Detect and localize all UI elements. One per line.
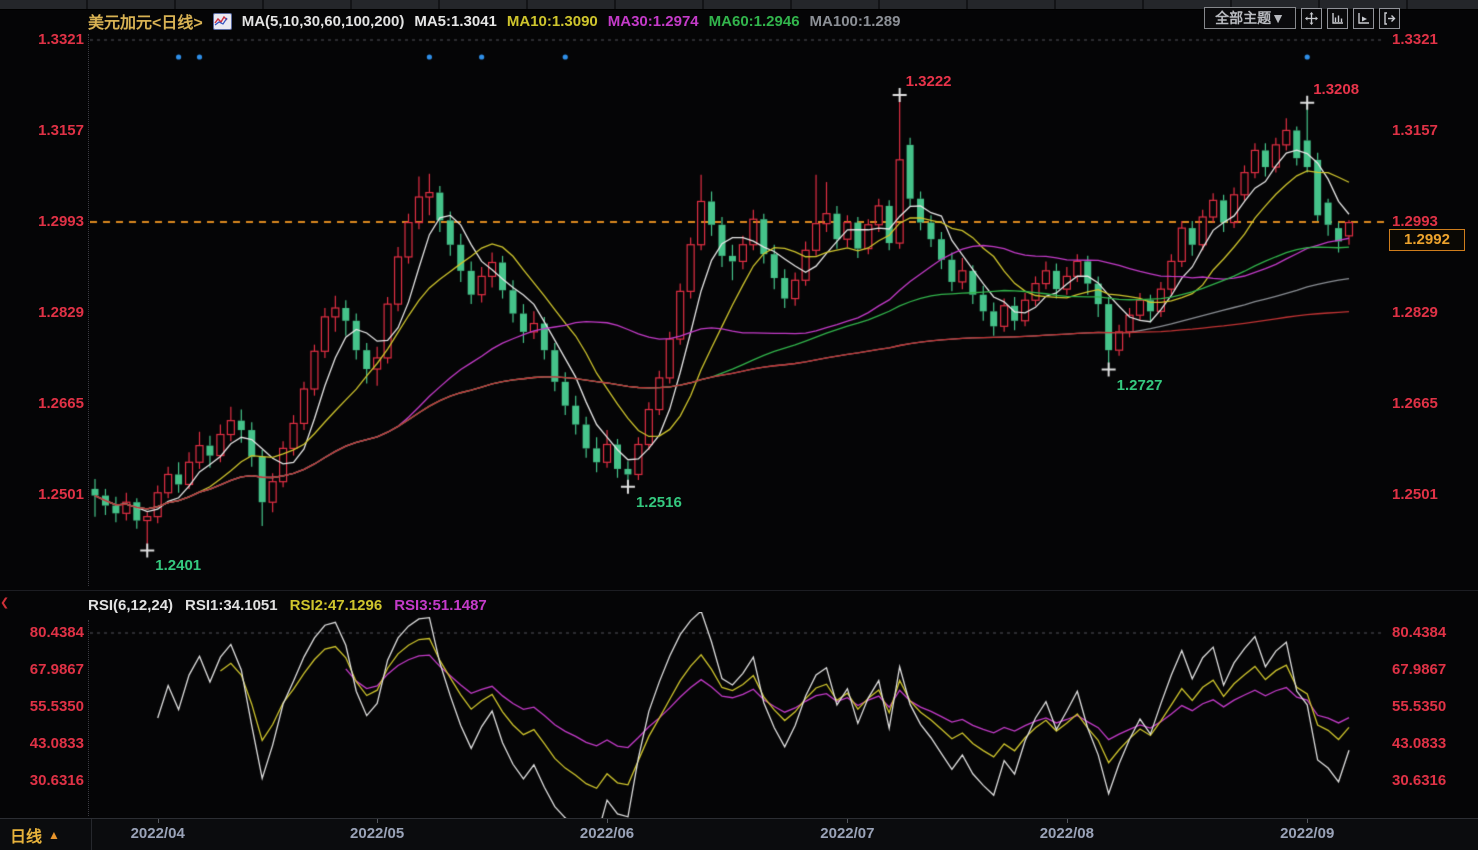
rsi-axis-label-right: 43.0833 — [1392, 735, 1447, 752]
x-axis-month-label: 2022/06 — [579, 825, 635, 842]
x-axis-month-label: 2022/08 — [1039, 825, 1094, 842]
ma30-value: MA30:1.2974 — [607, 12, 699, 30]
bottom-bar: 日线 ▲ 2022/04 2022/05 2022/06 2022/07 2022/08… — [0, 818, 1478, 850]
price-annotation: 1.2401 — [155, 557, 202, 575]
rsi-axis-label-right: 30.6316 — [1392, 772, 1447, 789]
price-annotation: 1.3208 — [1313, 80, 1360, 98]
ma60-value: MA60:1.2946 — [708, 12, 800, 30]
price-axis-label-right: 1.3157 — [1392, 122, 1438, 139]
rsi-axis-label-right: 80.4384 — [1392, 624, 1447, 641]
price-axis-label-right: 1.3321 — [1392, 31, 1438, 48]
rsi2-value: RSI2:47.1296 — [289, 596, 383, 614]
price-axis-label-left: 1.2829 — [38, 304, 84, 321]
ma10-value: MA10:1.3090 — [506, 12, 598, 30]
price-axis-label-left: 1.3157 — [38, 122, 84, 139]
rsi-indicator-chart[interactable] — [90, 612, 1385, 818]
rsi-axis-label-right: 67.9867 — [1392, 661, 1447, 678]
rsi-axis-label-left: 67.9867 — [29, 661, 84, 678]
chart-play-icon[interactable] — [1353, 7, 1374, 29]
x-axis-tick — [1307, 819, 1309, 823]
rsi-axis-label-left: 55.5350 — [29, 698, 84, 715]
x-axis-tick — [847, 819, 849, 823]
price-annotation: 1.2727 — [1116, 376, 1163, 394]
period-label: 日线 — [10, 829, 43, 846]
price-annotation: 1.2516 — [635, 493, 682, 511]
chart-header: 美元加元<日线> MA(5,10,30,60,100,200) MA5:1.30… — [88, 10, 900, 32]
x-axis-tick — [157, 819, 159, 823]
rsi-group-label: RSI(6,12,24) — [88, 596, 174, 614]
main-candlestick-chart[interactable] — [90, 30, 1385, 590]
price-axis-label-left: 1.2501 — [38, 486, 84, 503]
rsi3-value: RSI3:51.1487 — [394, 596, 487, 614]
rsi-axis-label-right: 55.5350 — [1392, 698, 1447, 715]
x-axis-tick — [377, 819, 379, 823]
price-axis-label-left: 1.2665 — [38, 395, 84, 412]
arrow-out-icon[interactable] — [1379, 7, 1400, 29]
chart-toolbar: 全部主题▼ — [1204, 7, 1400, 29]
theme-select-button[interactable]: 全部主题▼ — [1204, 7, 1296, 29]
ma-group-label: MA(5,10,30,60,100,200) — [241, 12, 405, 30]
price-axis-label-left: 1.3321 — [38, 31, 84, 48]
rsi-axis-label-left: 80.4384 — [29, 624, 84, 641]
x-axis-tick — [1066, 819, 1068, 823]
current-price-tag: 1.2992 — [1389, 229, 1465, 251]
ma5-value: MA5:1.3041 — [414, 12, 497, 30]
x-axis-month-label: 2022/09 — [1280, 825, 1335, 842]
pane-collapse-icon[interactable]: ❮ — [0, 596, 9, 610]
price-axis-label-right: 1.2501 — [1392, 486, 1438, 503]
period-arrow-icon: ▲ — [48, 828, 60, 842]
price-axis-label-right: 1.2665 — [1392, 395, 1438, 412]
rsi-axis-line — [88, 620, 89, 816]
period-selector[interactable]: 日线 ▲ — [0, 819, 92, 850]
pan-icon[interactable] — [1301, 7, 1322, 29]
rsi-axis-label-left: 43.0833 — [29, 735, 84, 752]
rsi1-value: RSI1:34.1051 — [185, 596, 278, 614]
indicator-icon[interactable] — [212, 12, 232, 30]
main-axis-line — [88, 34, 89, 586]
price-annotation: 1.3222 — [905, 72, 952, 90]
price-axis-label-right: 1.2829 — [1392, 304, 1438, 321]
price-axis-label-left: 1.2993 — [38, 213, 84, 230]
grid-chart-icon[interactable] — [1327, 7, 1348, 29]
x-axis-month-label: 2022/07 — [820, 825, 875, 842]
x-axis-tick — [607, 819, 609, 823]
x-axis-month-label: 2022/05 — [350, 825, 405, 842]
rsi-axis-label-left: 30.6316 — [29, 772, 84, 789]
price-axis-label-right: 1.2993 — [1392, 213, 1438, 230]
trading-chart-window: 美元加元<日线> MA(5,10,30,60,100,200) MA5:1.30… — [0, 0, 1478, 850]
ma100-value: MA100:1.289 — [809, 12, 901, 30]
pane-separator — [0, 590, 1478, 591]
x-axis-month-label: 2022/04 — [130, 825, 185, 842]
